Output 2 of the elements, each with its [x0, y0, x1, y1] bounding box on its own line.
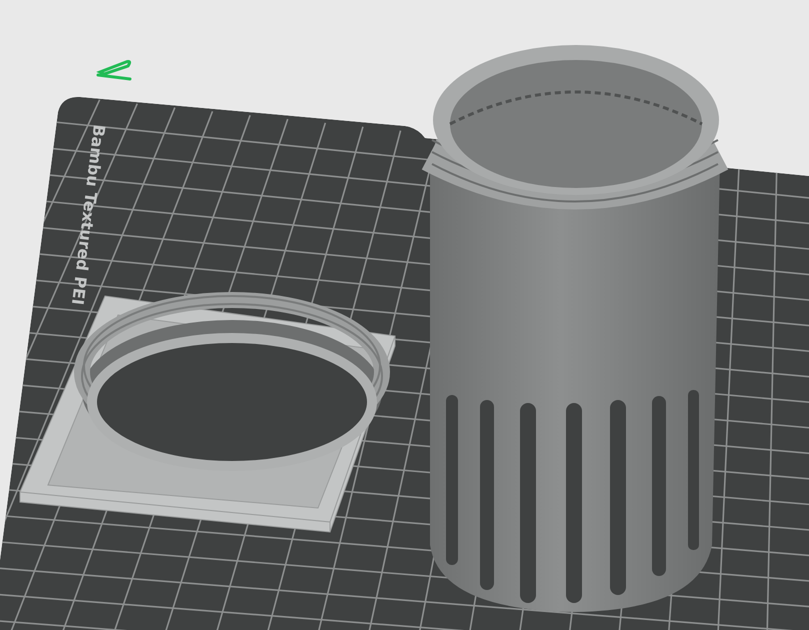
- edit-pen-icon[interactable]: [96, 60, 132, 80]
- plate-label: Bambu Textured PEI: [68, 124, 109, 306]
